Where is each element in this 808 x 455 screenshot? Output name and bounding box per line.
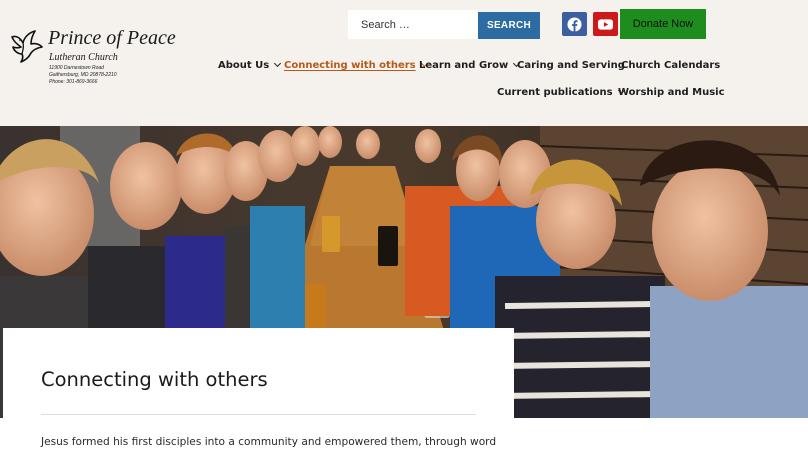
nav-label: Learn and Grow (419, 60, 509, 71)
nav-label: Worship and Music (618, 87, 725, 98)
nav-label: About Us (218, 60, 270, 71)
site-header: Prince of Peace Lutheran Church 11900 Da… (0, 0, 808, 126)
nav-label: Current publications (497, 87, 613, 98)
intro-paragraph: Jesus formed his first disciples into a … (41, 436, 497, 448)
nav-current-publications[interactable]: Current publications (497, 86, 625, 98)
nav-church-calendars[interactable]: Church Calendars (621, 60, 720, 71)
search-button[interactable]: SEARCH (478, 12, 540, 39)
facebook-link[interactable] (562, 12, 587, 36)
nav-learn-and-grow[interactable]: Learn and Grow (419, 59, 521, 71)
facebook-icon (567, 16, 582, 32)
site-logo[interactable]: Prince of Peace Lutheran Church 11900 Da… (9, 26, 199, 88)
content-card: Connecting with others Jesus formed his … (3, 328, 514, 455)
nav-label: Connecting with others (284, 60, 416, 71)
nav-caring-and-serving[interactable]: Caring and Serving (517, 60, 625, 71)
search-input[interactable] (348, 10, 478, 39)
church-name: Prince of Peace (48, 27, 176, 49)
nav-connecting-with-others[interactable]: Connecting with others (284, 59, 428, 71)
donate-button[interactable]: Donate Now (620, 9, 706, 39)
page-title: Connecting with others (41, 368, 268, 391)
title-divider (41, 414, 476, 415)
church-subtitle: Lutheran Church (49, 52, 118, 63)
nav-about-us[interactable]: About Us (218, 59, 282, 71)
address-line-2: Gaithersburg, MD 20878-2210 (49, 72, 117, 78)
chevron-down-icon (274, 59, 282, 68)
phone-number: Phone: 301-869-3666 (49, 79, 98, 85)
nav-worship-and-music[interactable]: Worship and Music (618, 87, 725, 98)
nav-label: Caring and Serving (517, 60, 625, 71)
nav-label: Church Calendars (621, 60, 721, 71)
dove-icon (11, 30, 43, 63)
youtube-link[interactable] (593, 12, 618, 36)
address-line-1: 11900 Darnestown Road (49, 65, 104, 71)
youtube-icon (598, 18, 613, 30)
